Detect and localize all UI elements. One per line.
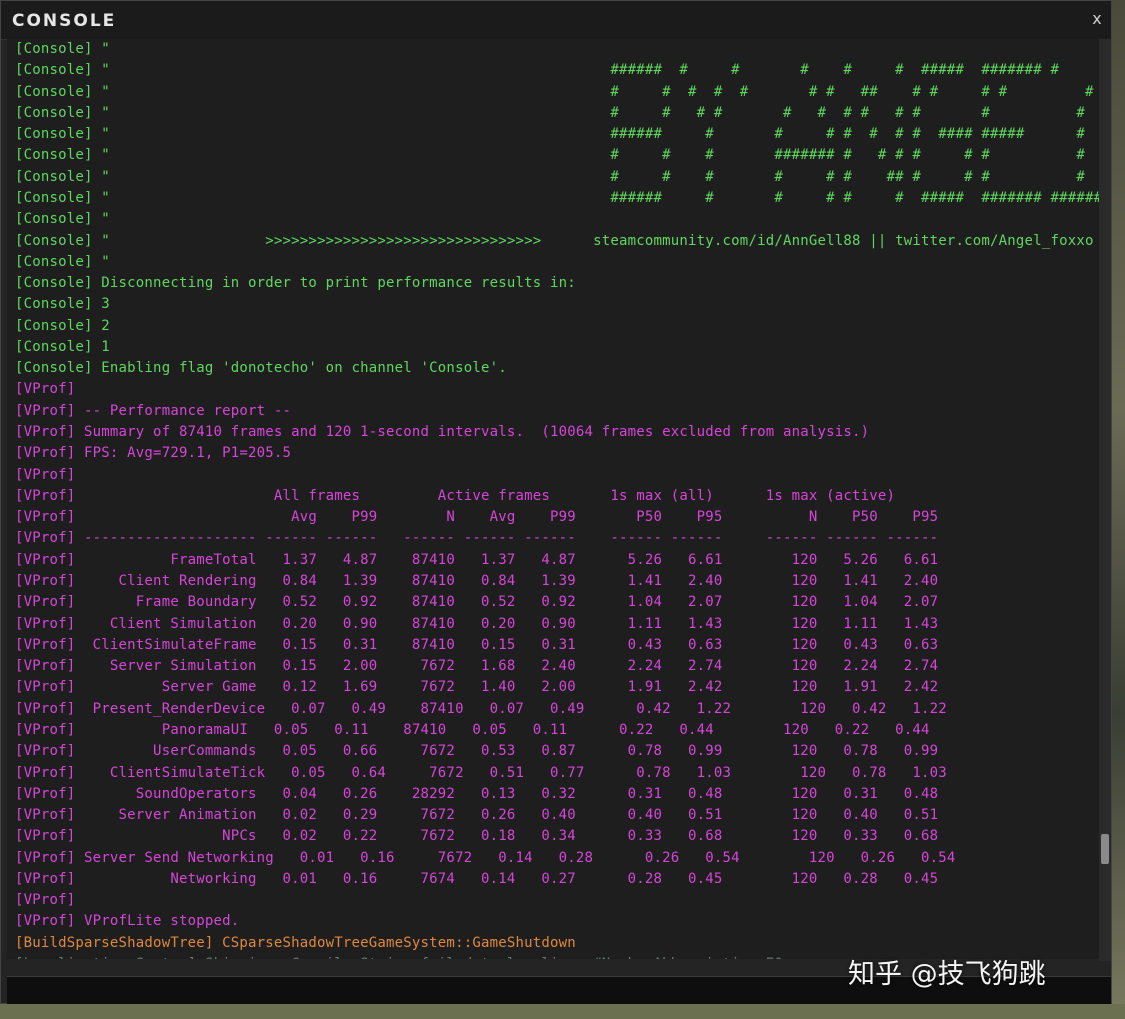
log-line: [VProf] Client Simulation 0.20 0.90 8741… bbox=[15, 615, 939, 632]
log-line: [Console] " bbox=[15, 211, 110, 228]
log-line: [Console] Disconnecting in order to prin… bbox=[15, 275, 576, 292]
log-line: [Console] 1 bbox=[15, 338, 110, 355]
log-line: [BuildSparseShadowTree] CSparseShadowTre… bbox=[15, 934, 576, 951]
background-game-bottom bbox=[0, 1004, 1125, 1019]
log-line: [VProf] bbox=[15, 466, 76, 483]
console-window: CONSOLE x [Console] " [Console] " ###### … bbox=[0, 0, 1112, 1004]
close-icon[interactable]: x bbox=[1087, 9, 1107, 29]
log-line: [VProf] SoundOperators 0.04 0.26 28292 0… bbox=[15, 785, 939, 802]
log-line: [Console] " bbox=[15, 253, 110, 270]
console-titlebar[interactable]: CONSOLE x bbox=[1, 1, 1111, 40]
watermark: 知乎 @技飞狗跳 bbox=[848, 959, 1046, 990]
background-game-right bbox=[1110, 0, 1125, 1019]
log-scrollbar[interactable] bbox=[1099, 39, 1111, 961]
log-line: [Console] " ###### # # # # # ##### #####… bbox=[15, 189, 1099, 206]
log-line: [VProf] FPS: Avg=729.1, P1=205.5 bbox=[15, 445, 292, 462]
console-log[interactable]: [Console] " [Console] " ###### # # # # # … bbox=[7, 39, 1099, 959]
log-line: [Console] " # # # # # # # ## # # # # # bbox=[15, 83, 1094, 100]
log-line: [VProf] UserCommands 0.05 0.66 7672 0.53… bbox=[15, 743, 939, 760]
log-line: [VProf] Server Send Networking 0.01 0.16… bbox=[15, 849, 956, 866]
log-line: [VProf] FrameTotal 1.37 4.87 87410 1.37 … bbox=[15, 551, 939, 568]
log-line: [VProf] Avg P99 N Avg P99 P50 P95 N P50 … bbox=[15, 509, 939, 526]
log-line: [VProf] All frames Active frames 1s max … bbox=[15, 487, 896, 504]
log-line: [VProf] ClientSimulateFrame 0.15 0.31 87… bbox=[15, 636, 939, 653]
log-line: [Console] " >>>>>>>>>>>>>>>>>>>>>>>>>>>>… bbox=[15, 232, 1094, 249]
log-line: [VProf] Present_RenderDevice 0.07 0.49 8… bbox=[15, 700, 947, 717]
console-title: CONSOLE bbox=[12, 11, 117, 31]
log-line: [VProf] Summary of 87410 frames and 120 … bbox=[15, 424, 870, 441]
log-line: [Console] " ###### # # # # # ##### #####… bbox=[15, 62, 1060, 79]
log-line: [VProf] bbox=[15, 892, 76, 909]
log-line: [Console] 3 bbox=[15, 296, 110, 313]
log-line: [VProf] NPCs 0.02 0.22 7672 0.18 0.34 0.… bbox=[15, 828, 939, 845]
log-line: [VProf] Client Rendering 0.84 1.39 87410… bbox=[15, 573, 939, 589]
log-line: [VProf] Server Game 0.12 1.69 7672 1.40 … bbox=[15, 679, 939, 696]
log-line: [VProf] bbox=[15, 381, 76, 398]
log-line: [VProf] -- Performance report -- bbox=[15, 402, 292, 419]
log-line: [Console] " # # # # # # ## # # # # bbox=[15, 168, 1085, 185]
log-line: [Console] Enabling flag 'donotecho' on c… bbox=[15, 360, 507, 377]
log-line: [Localization System] Skipping: Compile … bbox=[15, 954, 783, 959]
log-line: [VProf] Networking 0.01 0.16 7674 0.14 0… bbox=[15, 870, 939, 887]
log-line: [Console] " # # # ####### # # # # # # # bbox=[15, 147, 1085, 164]
log-line: [VProf] Server Simulation 0.15 2.00 7672… bbox=[15, 658, 939, 675]
log-line: [VProf] -------------------- ------ ----… bbox=[15, 530, 939, 547]
log-line: [Console] " ###### # # # # # # # #### ##… bbox=[15, 126, 1085, 143]
log-line: [VProf] Frame Boundary 0.52 0.92 87410 0… bbox=[15, 594, 939, 611]
log-line: [VProf] VProfLite stopped. bbox=[15, 913, 240, 930]
log-line: [VProf] Server Animation 0.02 0.29 7672 … bbox=[15, 807, 939, 824]
log-line: [Console] 2 bbox=[15, 317, 110, 334]
log-line: [VProf] PanoramaUI 0.05 0.11 87410 0.05 … bbox=[15, 721, 930, 738]
log-line: [Console] " bbox=[15, 41, 110, 57]
scrollbar-thumb[interactable] bbox=[1101, 834, 1109, 864]
log-line: [VProf] ClientSimulateTick 0.05 0.64 767… bbox=[15, 764, 947, 781]
log-line: [Console] " # # # # # # # # # # # # bbox=[15, 104, 1085, 121]
